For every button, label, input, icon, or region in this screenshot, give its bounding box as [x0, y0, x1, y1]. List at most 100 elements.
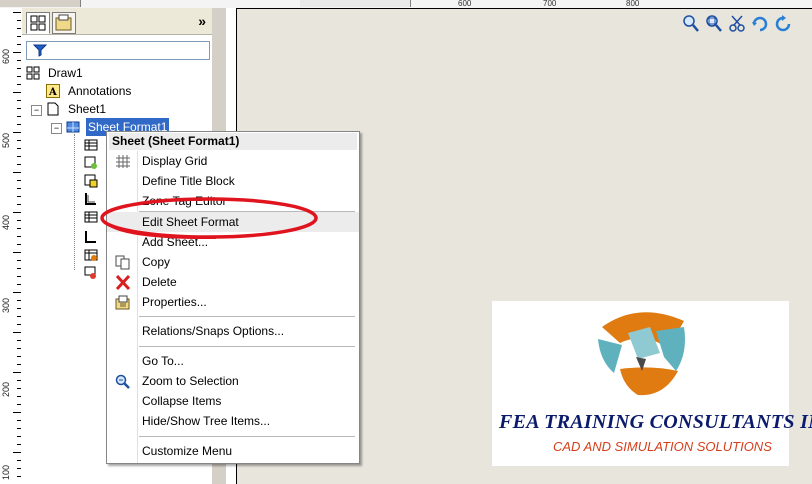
zoom-to-area-icon[interactable]	[705, 14, 723, 34]
ruler-tick	[17, 404, 21, 405]
menu-item-label: Copy	[142, 255, 171, 269]
menu-item-collapse-items[interactable]: Collapse Items	[107, 391, 359, 411]
menu-item-display-grid[interactable]: Display Grid	[107, 151, 359, 171]
ruler-tick	[13, 52, 21, 53]
ruler-tick	[13, 212, 21, 213]
ruler-tick	[17, 276, 21, 277]
menu-item-label: Relations/Snaps Options...	[142, 324, 285, 338]
ruler-tick	[17, 124, 21, 125]
zoom-to-fit-icon[interactable]	[682, 14, 700, 34]
menu-item-label: Customize Menu	[142, 444, 233, 458]
annotation-icon: A	[46, 84, 60, 98]
copy-icon	[115, 255, 130, 270]
ruler-tick	[17, 180, 21, 181]
ruler-tick	[17, 108, 21, 109]
ruler-tick	[17, 340, 21, 341]
ruler-tick	[17, 284, 21, 285]
ruler-label: 500	[1, 132, 11, 148]
ruler-tick	[17, 348, 21, 349]
drawing-icon	[26, 66, 40, 80]
logo-tagline: CAD AND SIMULATION SOLUTIONS	[553, 439, 772, 454]
sheet-format-icon	[66, 121, 80, 133]
ruler-tick	[13, 172, 21, 173]
menu-item-copy[interactable]: Copy	[107, 252, 359, 272]
ruler-tick	[13, 332, 21, 333]
menu-item-go-to[interactable]: Go To...	[107, 351, 359, 371]
menu-item-label: Define Title Block	[142, 174, 235, 188]
filter-input[interactable]	[26, 41, 210, 60]
rotate-icon[interactable]	[751, 14, 769, 34]
top-tab[interactable]	[0, 0, 81, 7]
feature-tree-tab[interactable]	[26, 12, 50, 34]
ruler-tick	[13, 132, 21, 133]
ruler-tick	[17, 148, 21, 149]
menu-item-label: Hide/Show Tree Items...	[142, 414, 271, 428]
svg-text:A: A	[48, 87, 57, 98]
menu-item-relations-snaps[interactable]: Relations/Snaps Options...	[107, 321, 359, 341]
ruler-label: 200	[1, 381, 11, 397]
ruler-tick	[17, 428, 21, 429]
anchor-icon[interactable]	[84, 266, 98, 280]
menu-separator	[139, 346, 355, 347]
panel-tab-bar: »	[22, 8, 212, 35]
ruler-tick	[13, 292, 21, 293]
ruler-tick	[17, 300, 21, 301]
ruler-tick	[17, 460, 21, 461]
logo-emblem	[598, 312, 685, 396]
ruler-tick	[17, 476, 21, 477]
ruler-tick	[17, 316, 21, 317]
ruler-tick	[17, 116, 21, 117]
ruler-tick	[17, 364, 21, 365]
ruler-tick	[17, 468, 21, 469]
menu-item-label: Zoom to Selection	[142, 374, 239, 388]
ruler-tick	[17, 308, 21, 309]
tree-item-label: Sheet1	[68, 102, 107, 116]
menu-item-label: Go To...	[142, 354, 184, 368]
top-tab[interactable]	[300, 0, 411, 7]
top-ruler-tick: 600	[458, 0, 472, 8]
expand-chevron-icon[interactable]: »	[198, 13, 206, 29]
ruler-tick	[17, 60, 21, 61]
menu-item-zoom-to-selection[interactable]: Zoom to Selection	[107, 371, 359, 391]
properties-icon	[115, 295, 130, 310]
menu-item-customize-menu[interactable]: Customize Menu	[107, 441, 359, 461]
ruler-tick	[17, 68, 21, 69]
ruler-tick	[17, 388, 21, 389]
ruler-label: 100	[1, 464, 11, 480]
ruler-tick	[17, 196, 21, 197]
sketch-icon[interactable]	[84, 230, 98, 244]
table-icon[interactable]	[84, 138, 98, 152]
note-icon[interactable]	[84, 174, 98, 188]
filter-icon[interactable]	[33, 43, 47, 57]
grid-icon	[116, 155, 130, 168]
ruler-tick	[17, 44, 21, 45]
sketch-icon[interactable]	[84, 192, 98, 206]
ruler-label: 600	[1, 48, 11, 64]
left-ruler: 600 500 400 300 200 100	[0, 8, 23, 484]
ruler-tick	[17, 36, 21, 37]
refresh-icon[interactable]	[774, 14, 792, 34]
table-icon[interactable]	[84, 248, 98, 262]
ruler-tick	[13, 412, 21, 413]
ruler-tick	[17, 420, 21, 421]
ruler-tick	[17, 220, 21, 221]
property-manager-tab[interactable]	[52, 12, 76, 34]
ruler-tick	[13, 452, 21, 453]
company-logo: FEA TRAINING CONSULTANTS INC. CAD AND SI…	[492, 301, 812, 466]
collapse-toggle[interactable]: −	[31, 105, 42, 116]
ruler-tick	[17, 100, 21, 101]
top-ruler-tick: 800	[626, 0, 640, 8]
menu-item-label: Display Grid	[142, 154, 208, 168]
menu-item-delete[interactable]: Delete	[107, 272, 359, 292]
tree-item-label: Annotations	[68, 84, 132, 98]
table-icon[interactable]	[84, 210, 98, 224]
menu-item-properties[interactable]: Properties...	[107, 292, 359, 312]
menu-item-define-title-block[interactable]: Define Title Block	[107, 171, 359, 191]
collapse-toggle[interactable]: −	[51, 123, 62, 134]
menu-separator	[139, 316, 355, 317]
menu-item-hide-show-tree[interactable]: Hide/Show Tree Items...	[107, 411, 359, 431]
ruler-tick	[17, 228, 21, 229]
block-icon[interactable]	[84, 156, 98, 170]
scissors-icon[interactable]	[728, 14, 746, 34]
menu-item-label: Delete	[142, 275, 177, 289]
